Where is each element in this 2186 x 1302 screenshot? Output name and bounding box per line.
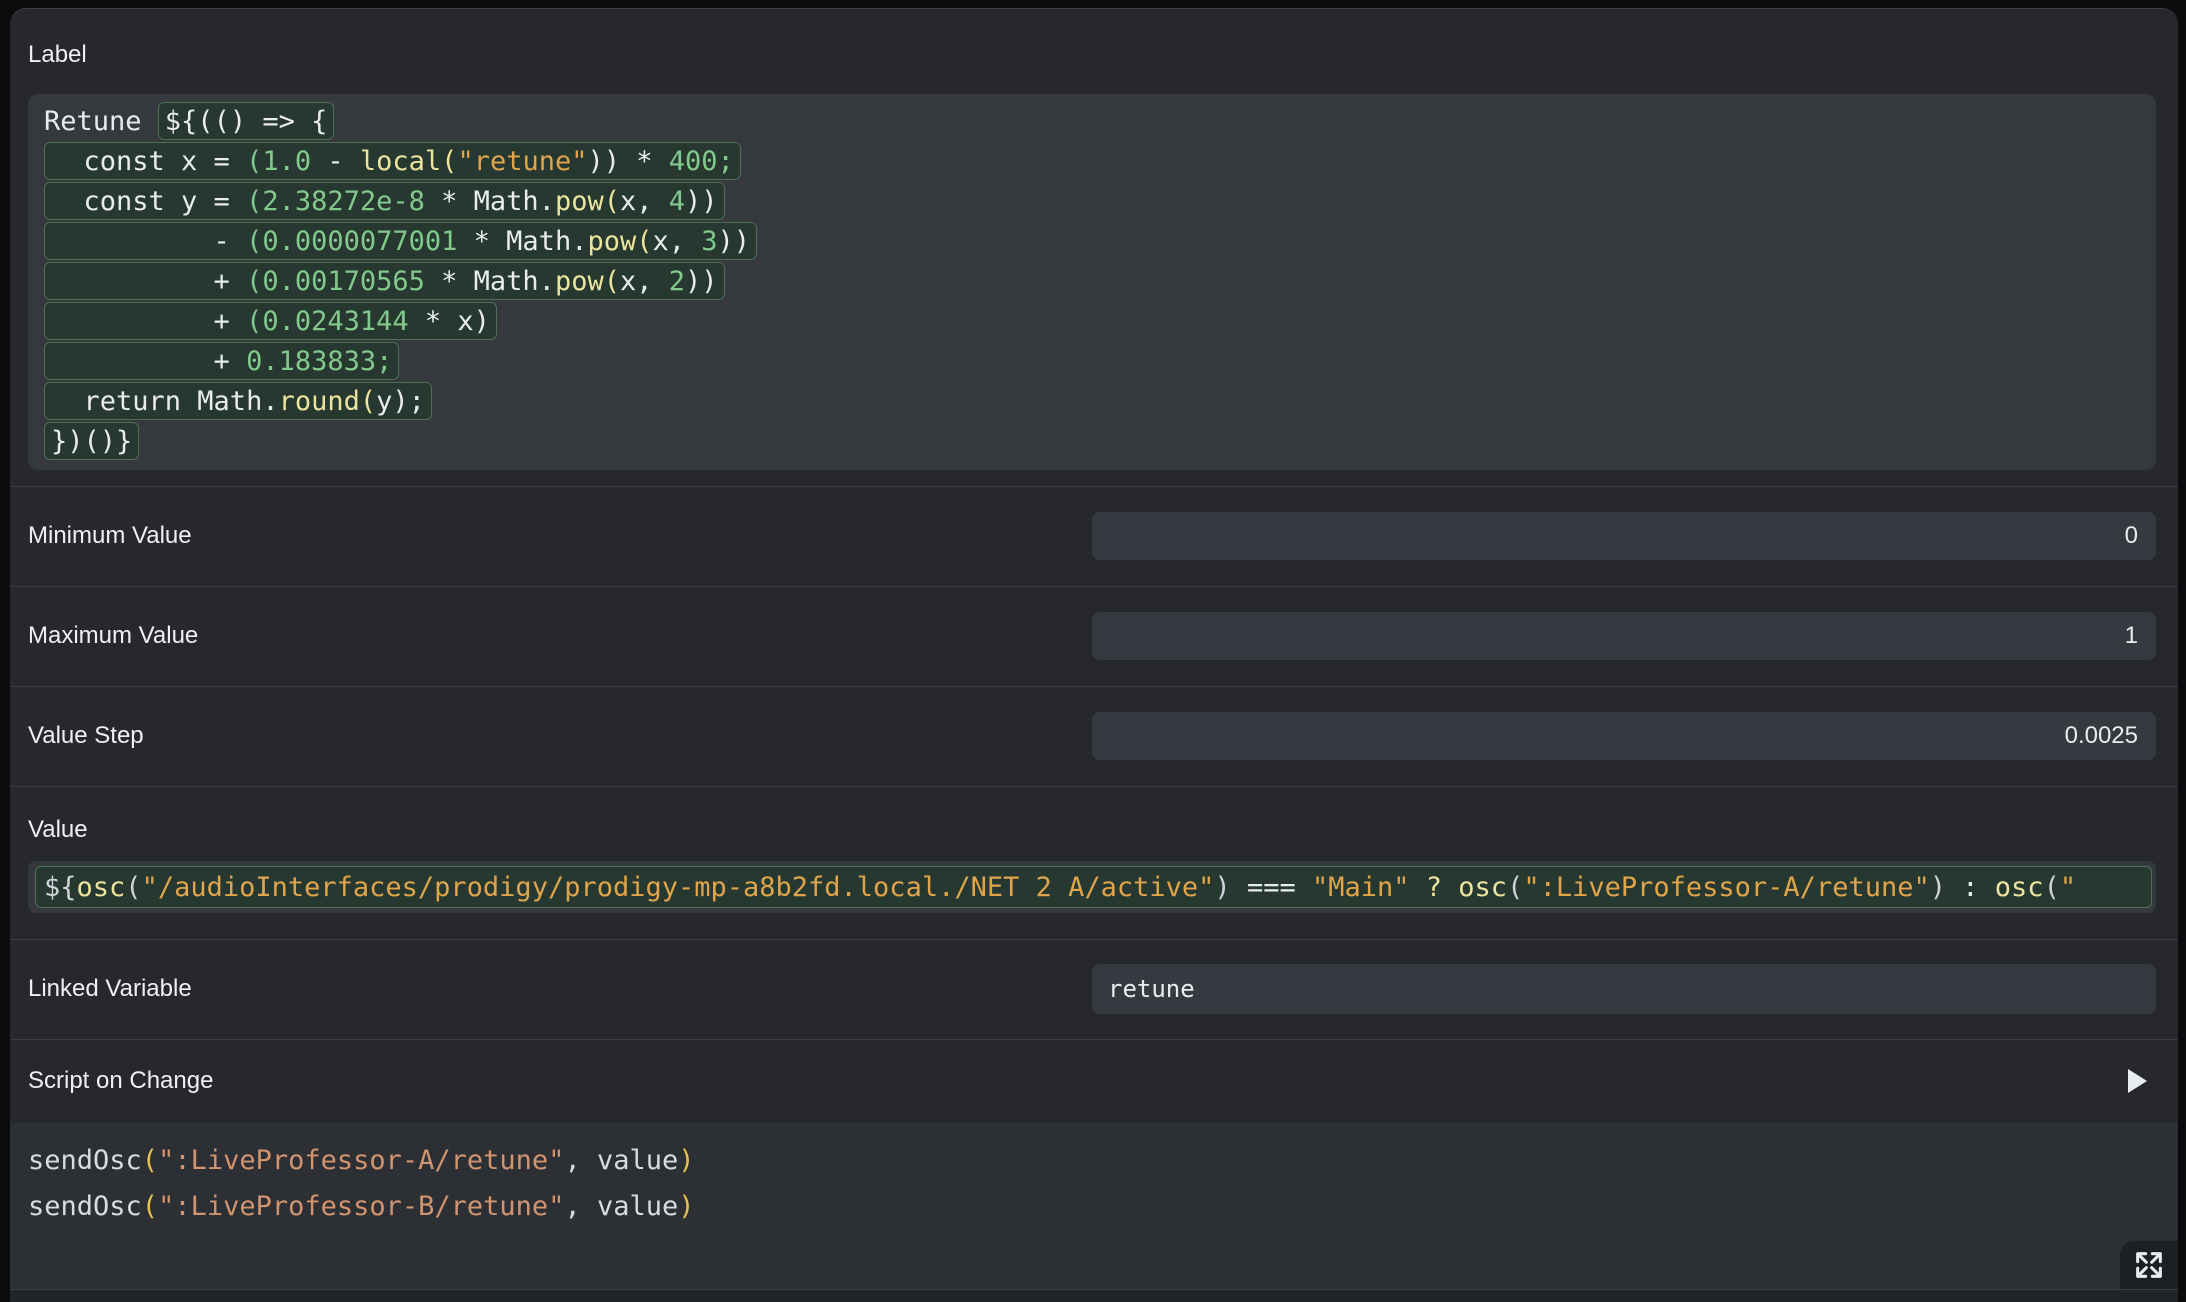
code-line: const x = (1.0 - local("retune")) * 400;: [44, 141, 2140, 181]
linked-variable-row: Linked Variable retune: [10, 939, 2178, 1039]
widget-properties-screen: Label Retune ${(() => { const x = (1.0 -…: [0, 0, 2186, 1302]
script-line: sendOsc(":LiveProfessor-B/retune", value…: [28, 1183, 2178, 1229]
value-step-row: Value Step 0.0025: [10, 686, 2178, 786]
script-on-change-row: Script on Change: [10, 1039, 2178, 1123]
code-line: })()}: [44, 421, 2140, 461]
code-line: - (0.0000077001 * Math.pow(x, 3)): [44, 221, 2140, 261]
value-step-label: Value Step: [28, 722, 144, 750]
linked-variable-input[interactable]: retune: [1092, 964, 2156, 1014]
script-line: sendOsc(":LiveProfessor-A/retune", value…: [28, 1137, 2178, 1183]
code-line: Retune ${(() => {: [44, 101, 2140, 141]
code-line: const y = (2.38272e-8 * Math.pow(x, 4)): [44, 181, 2140, 221]
code-line: return Math.round(y);: [44, 381, 2140, 421]
minimum-value-label: Minimum Value: [28, 522, 192, 550]
minimum-value-input[interactable]: 0: [1092, 512, 2156, 560]
properties-panel: Label Retune ${(() => { const x = (1.0 -…: [10, 8, 2178, 1302]
value-step-input[interactable]: 0.0025: [1092, 712, 2156, 760]
code-line: + 0.183833;: [44, 341, 2140, 381]
label-code-editor[interactable]: Retune ${(() => { const x = (1.0 - local…: [28, 94, 2156, 470]
value-section-title: Value: [28, 814, 88, 846]
value-section: Value ${osc("/audioInterfaces/prodigy/pr…: [10, 786, 2178, 939]
footer-strip: [10, 1289, 2178, 1302]
value-expression: ${osc("/audioInterfaces/prodigy/prodigy-…: [35, 866, 2152, 908]
expand-script-arrow-icon[interactable]: [2128, 1069, 2147, 1093]
label-section-title: Label: [28, 39, 87, 71]
script-on-change-label: Script on Change: [28, 1067, 213, 1095]
maximum-value-row: Maximum Value 1: [10, 586, 2178, 686]
code-line: + (0.00170565 * Math.pow(x, 2)): [44, 261, 2140, 301]
expand-arrows-icon: [2133, 1249, 2165, 1281]
maximum-value-input[interactable]: 1: [1092, 612, 2156, 660]
code-line: + (0.0243144 * x): [44, 301, 2140, 341]
minimum-value-row: Minimum Value 0: [10, 486, 2178, 586]
fullscreen-button[interactable]: [2120, 1241, 2178, 1289]
linked-variable-label: Linked Variable: [28, 975, 192, 1003]
script-code-block[interactable]: sendOsc(":LiveProfessor-A/retune", value…: [10, 1123, 2178, 1289]
value-code-field[interactable]: ${osc("/audioInterfaces/prodigy/prodigy-…: [28, 861, 2156, 913]
maximum-value-label: Maximum Value: [28, 622, 198, 650]
